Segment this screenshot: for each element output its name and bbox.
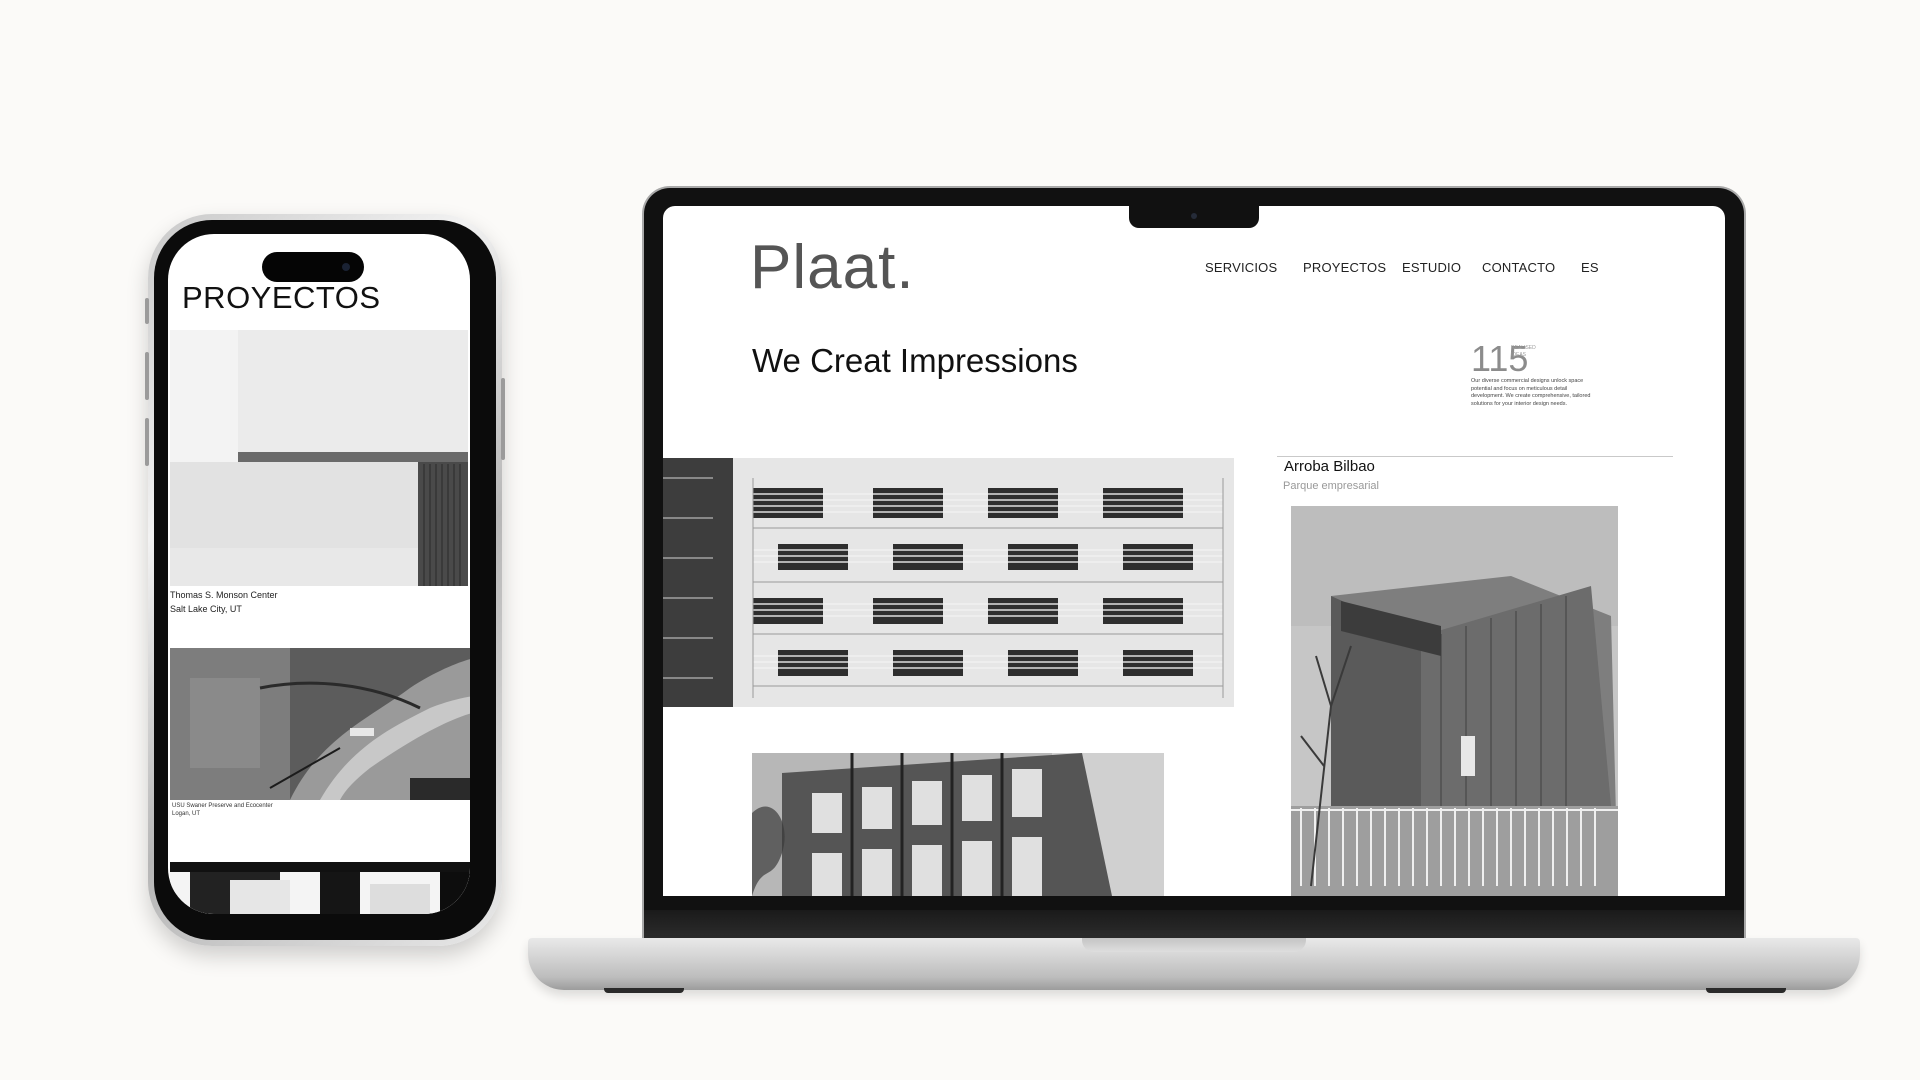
phone-volume-up-button [145, 352, 149, 400]
phone-screen: PROYECTOS Thomas S. Monson Center Salt L… [168, 234, 470, 914]
project-image-right[interactable] [1291, 506, 1618, 896]
featured-project-image[interactable] [663, 458, 1234, 707]
featured-project-subtitle: Parque empresarial [1283, 480, 1379, 492]
page-title: PROYECTOS [182, 280, 381, 315]
stat-label: REALISED IDEAS [1511, 345, 1536, 358]
phone-volume-down-button [145, 418, 149, 466]
divider [1277, 456, 1673, 457]
camera-notch [1129, 206, 1259, 228]
hero-heading: We Creat Impressions [752, 342, 1078, 379]
project-location: Salt Lake City, UT [170, 604, 242, 614]
laptop-foot-right [1706, 988, 1786, 993]
project-name: Thomas S. Monson Center [170, 590, 278, 600]
phone-side-button [145, 298, 149, 324]
project-name: USU Swaner Preserve and Ecocenter [172, 803, 273, 809]
brand-logo[interactable]: Plaat. [750, 232, 915, 303]
nav-language[interactable]: ES [1581, 260, 1599, 275]
nav-servicios[interactable]: SERVICIOS [1205, 260, 1277, 275]
stat-description: Our diverse commercial designs unlock sp… [1471, 378, 1591, 407]
front-camera-icon [342, 263, 350, 271]
featured-project-title[interactable]: Arroba Bilbao [1284, 458, 1375, 475]
webcam-icon [1191, 213, 1197, 219]
project-image-monson[interactable] [170, 330, 468, 586]
dynamic-island [262, 252, 364, 282]
project-caption: USU Swaner Preserve and Ecocenter Logan,… [172, 802, 462, 818]
nav-estudio[interactable]: ESTUDIO [1402, 260, 1461, 275]
laptop-base [528, 938, 1860, 990]
nav-contacto[interactable]: CONTACTO [1482, 260, 1555, 275]
laptop-foot-left [604, 988, 684, 993]
nav-proyectos[interactable]: PROYECTOS [1303, 260, 1386, 275]
laptop-lip [1082, 938, 1306, 952]
project-location: Logan, UT [172, 811, 201, 817]
laptop-screen: Plaat. SERVICIOS PROYECTOS ESTUDIO CONTA… [663, 206, 1725, 896]
project-caption: Thomas S. Monson Center Salt Lake City, … [170, 588, 460, 616]
project-image-3[interactable] [170, 862, 470, 914]
phone-power-button [501, 378, 505, 460]
project-image-bottom[interactable] [752, 753, 1164, 896]
project-image-swaner[interactable] [170, 648, 470, 800]
phone-mockup: PROYECTOS Thomas S. Monson Center Salt L… [148, 214, 502, 946]
